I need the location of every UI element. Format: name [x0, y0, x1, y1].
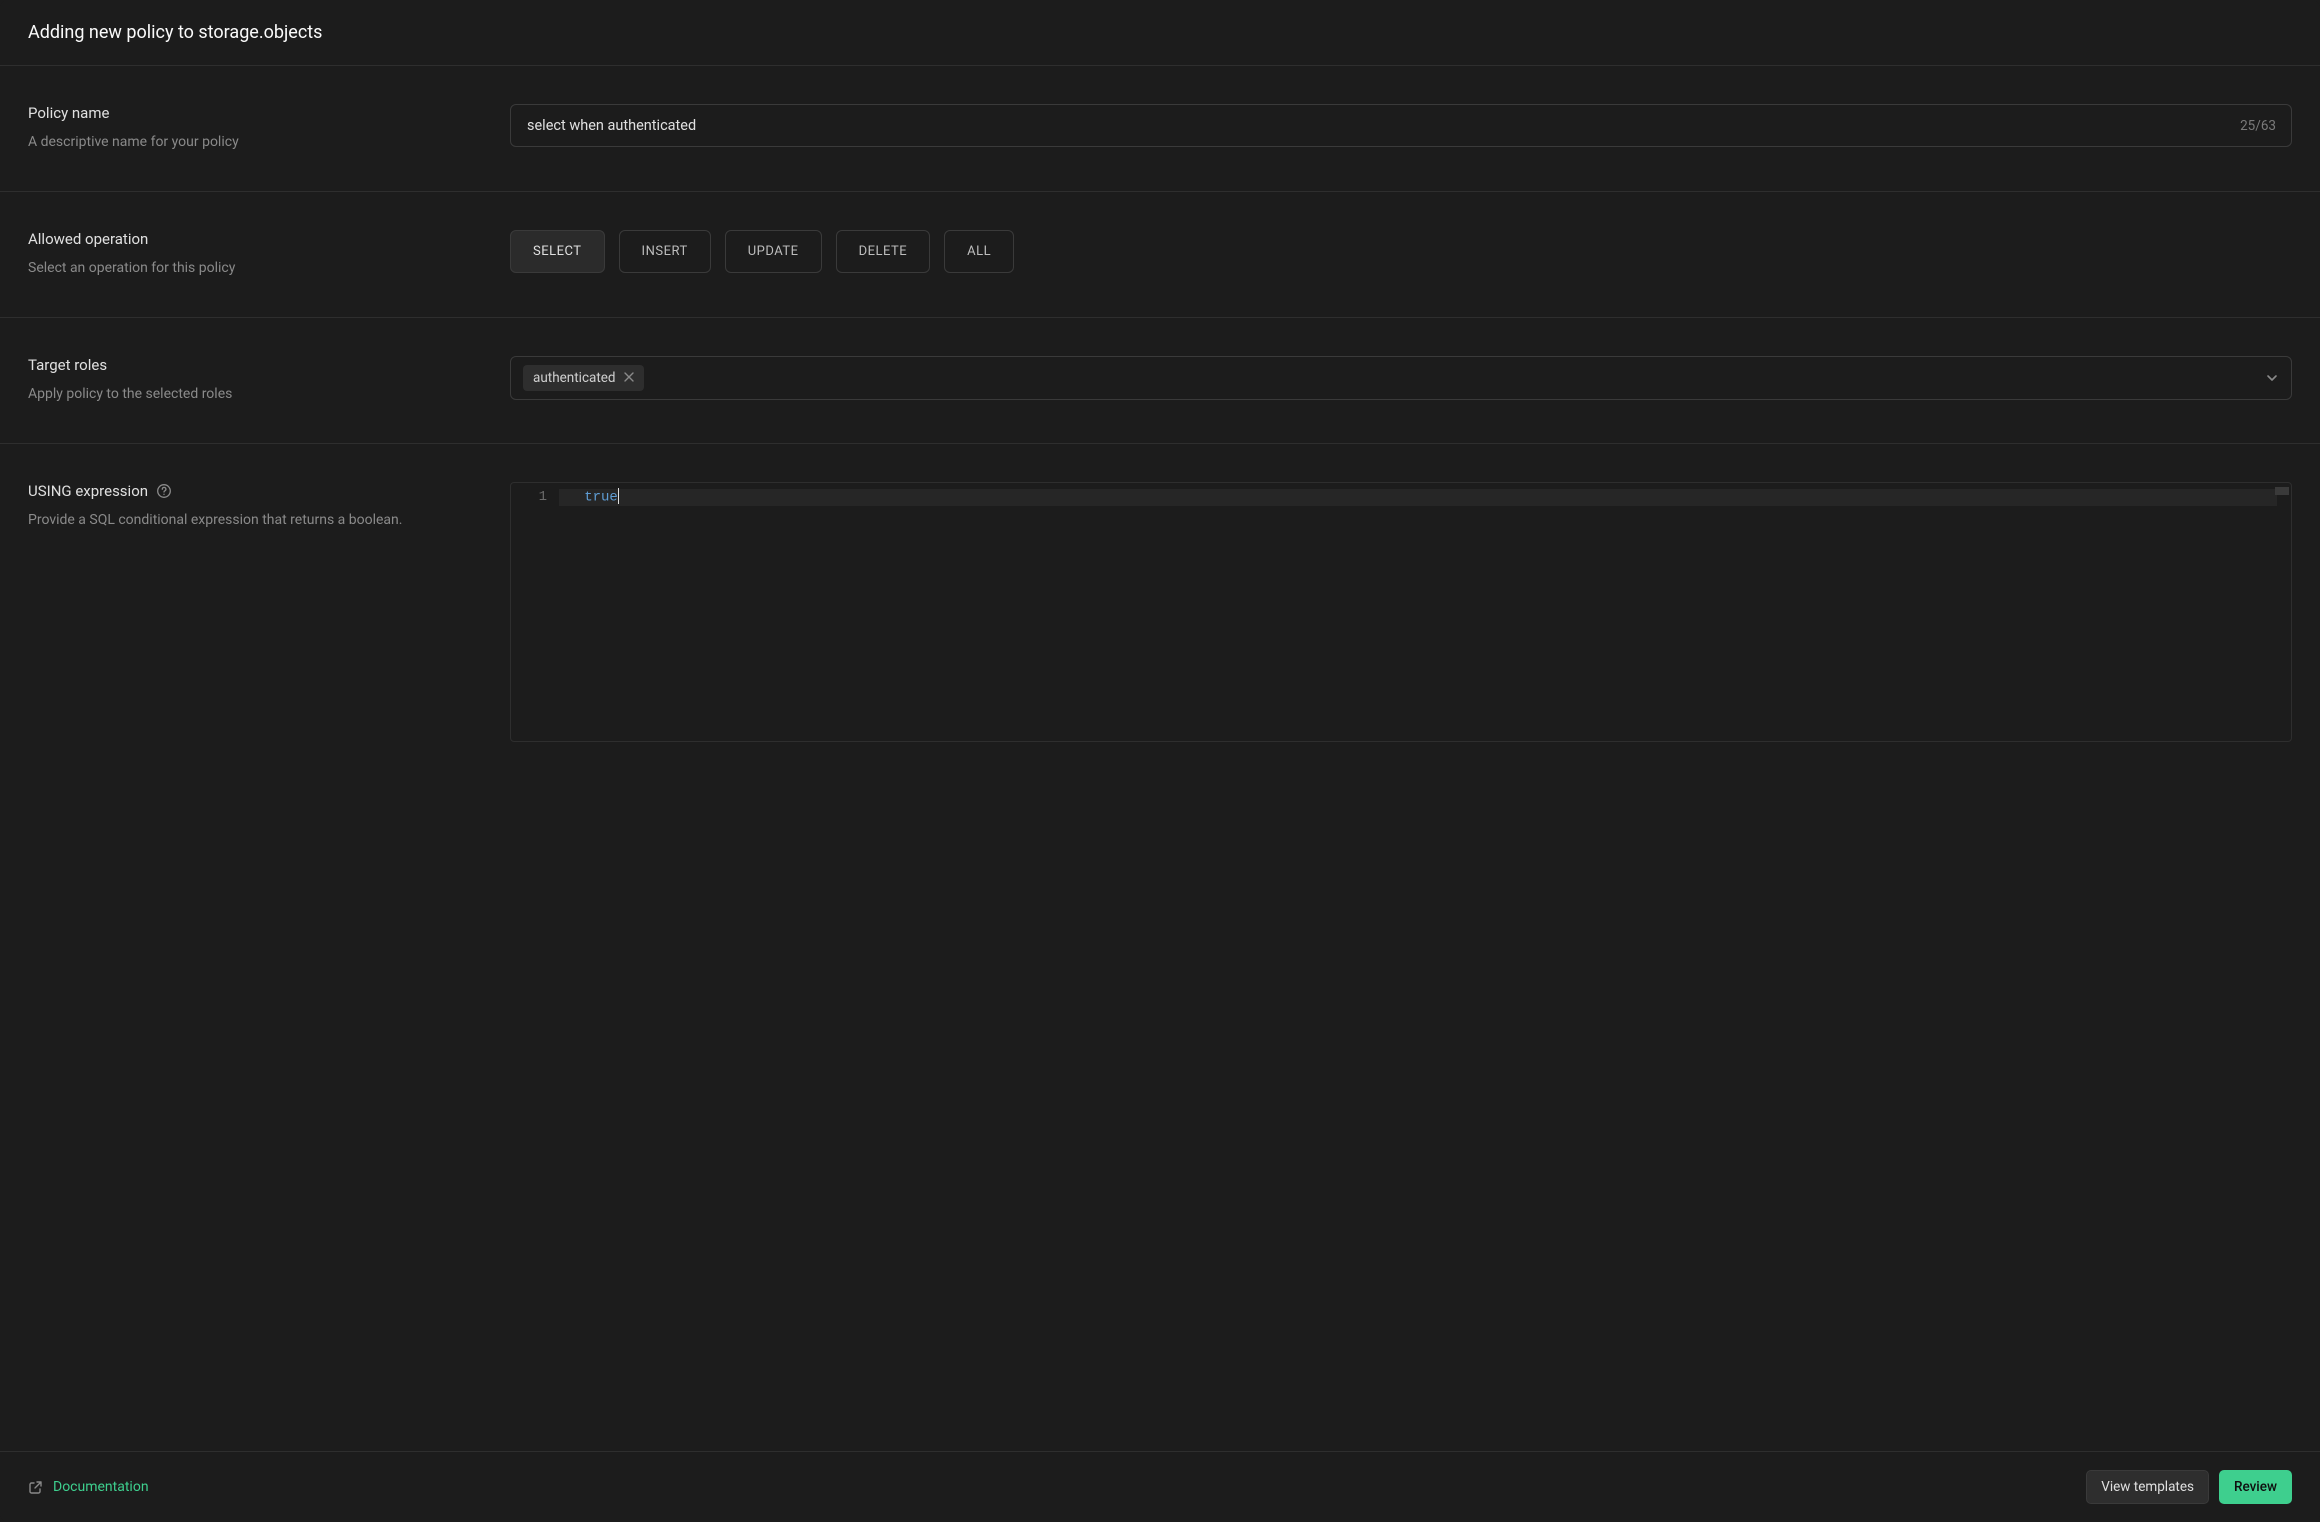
section-allowed-operation: Allowed operation Select an operation fo…	[0, 192, 2320, 318]
operation-buttons: SELECT INSERT UPDATE DELETE ALL	[510, 230, 2292, 273]
policy-modal: Adding new policy to storage.objects Pol…	[0, 0, 2320, 1522]
view-templates-button[interactable]: View templates	[2086, 1470, 2209, 1504]
policy-name-label: Policy name	[28, 104, 490, 122]
target-roles-select[interactable]: authenticated	[510, 356, 2292, 400]
using-expression-label: USING expression	[28, 482, 148, 500]
role-chip-authenticated: authenticated	[523, 365, 644, 391]
line-number: 1	[527, 489, 547, 505]
section-target-roles: Target roles Apply policy to the selecte…	[0, 318, 2320, 444]
op-update-button[interactable]: UPDATE	[725, 230, 822, 273]
line-number-gutter: 1	[511, 483, 559, 741]
target-roles-label: Target roles	[28, 356, 490, 374]
editor-minimap[interactable]	[2275, 487, 2289, 495]
using-expression-editor[interactable]: 1 true	[510, 482, 2292, 742]
using-expression-desc: Provide a SQL conditional expression tha…	[28, 510, 490, 531]
role-chip-close-icon[interactable]	[624, 372, 634, 384]
help-circle-icon[interactable]	[156, 483, 172, 499]
role-chip-label: authenticated	[533, 370, 616, 386]
code-token: true	[584, 490, 618, 506]
op-delete-button[interactable]: DELETE	[836, 230, 931, 273]
modal-header: Adding new policy to storage.objects	[0, 0, 2320, 66]
modal-footer: Documentation View templates Review	[0, 1451, 2320, 1522]
section-policy-name: Policy name A descriptive name for your …	[0, 66, 2320, 192]
review-button[interactable]: Review	[2219, 1470, 2292, 1504]
modal-body: Policy name A descriptive name for your …	[0, 66, 2320, 1451]
footer-actions: View templates Review	[2086, 1470, 2292, 1504]
text-cursor	[618, 488, 619, 504]
external-link-icon	[28, 1480, 43, 1495]
chevron-down-icon	[2265, 371, 2279, 385]
modal-title: Adding new policy to storage.objects	[28, 22, 2292, 43]
documentation-label: Documentation	[53, 1479, 149, 1495]
op-insert-button[interactable]: INSERT	[619, 230, 711, 273]
op-select-button[interactable]: SELECT	[510, 230, 605, 273]
target-roles-desc: Apply policy to the selected roles	[28, 384, 490, 405]
documentation-link[interactable]: Documentation	[28, 1479, 149, 1495]
policy-name-desc: A descriptive name for your policy	[28, 132, 490, 153]
code-content: true	[559, 483, 2291, 741]
policy-name-char-count: 25/63	[2240, 118, 2276, 134]
op-all-button[interactable]: ALL	[944, 230, 1014, 273]
allowed-op-label: Allowed operation	[28, 230, 490, 248]
section-using-expression: USING expression Provide a SQL condition…	[0, 444, 2320, 780]
policy-name-input[interactable]	[510, 104, 2292, 147]
allowed-op-desc: Select an operation for this policy	[28, 258, 490, 279]
